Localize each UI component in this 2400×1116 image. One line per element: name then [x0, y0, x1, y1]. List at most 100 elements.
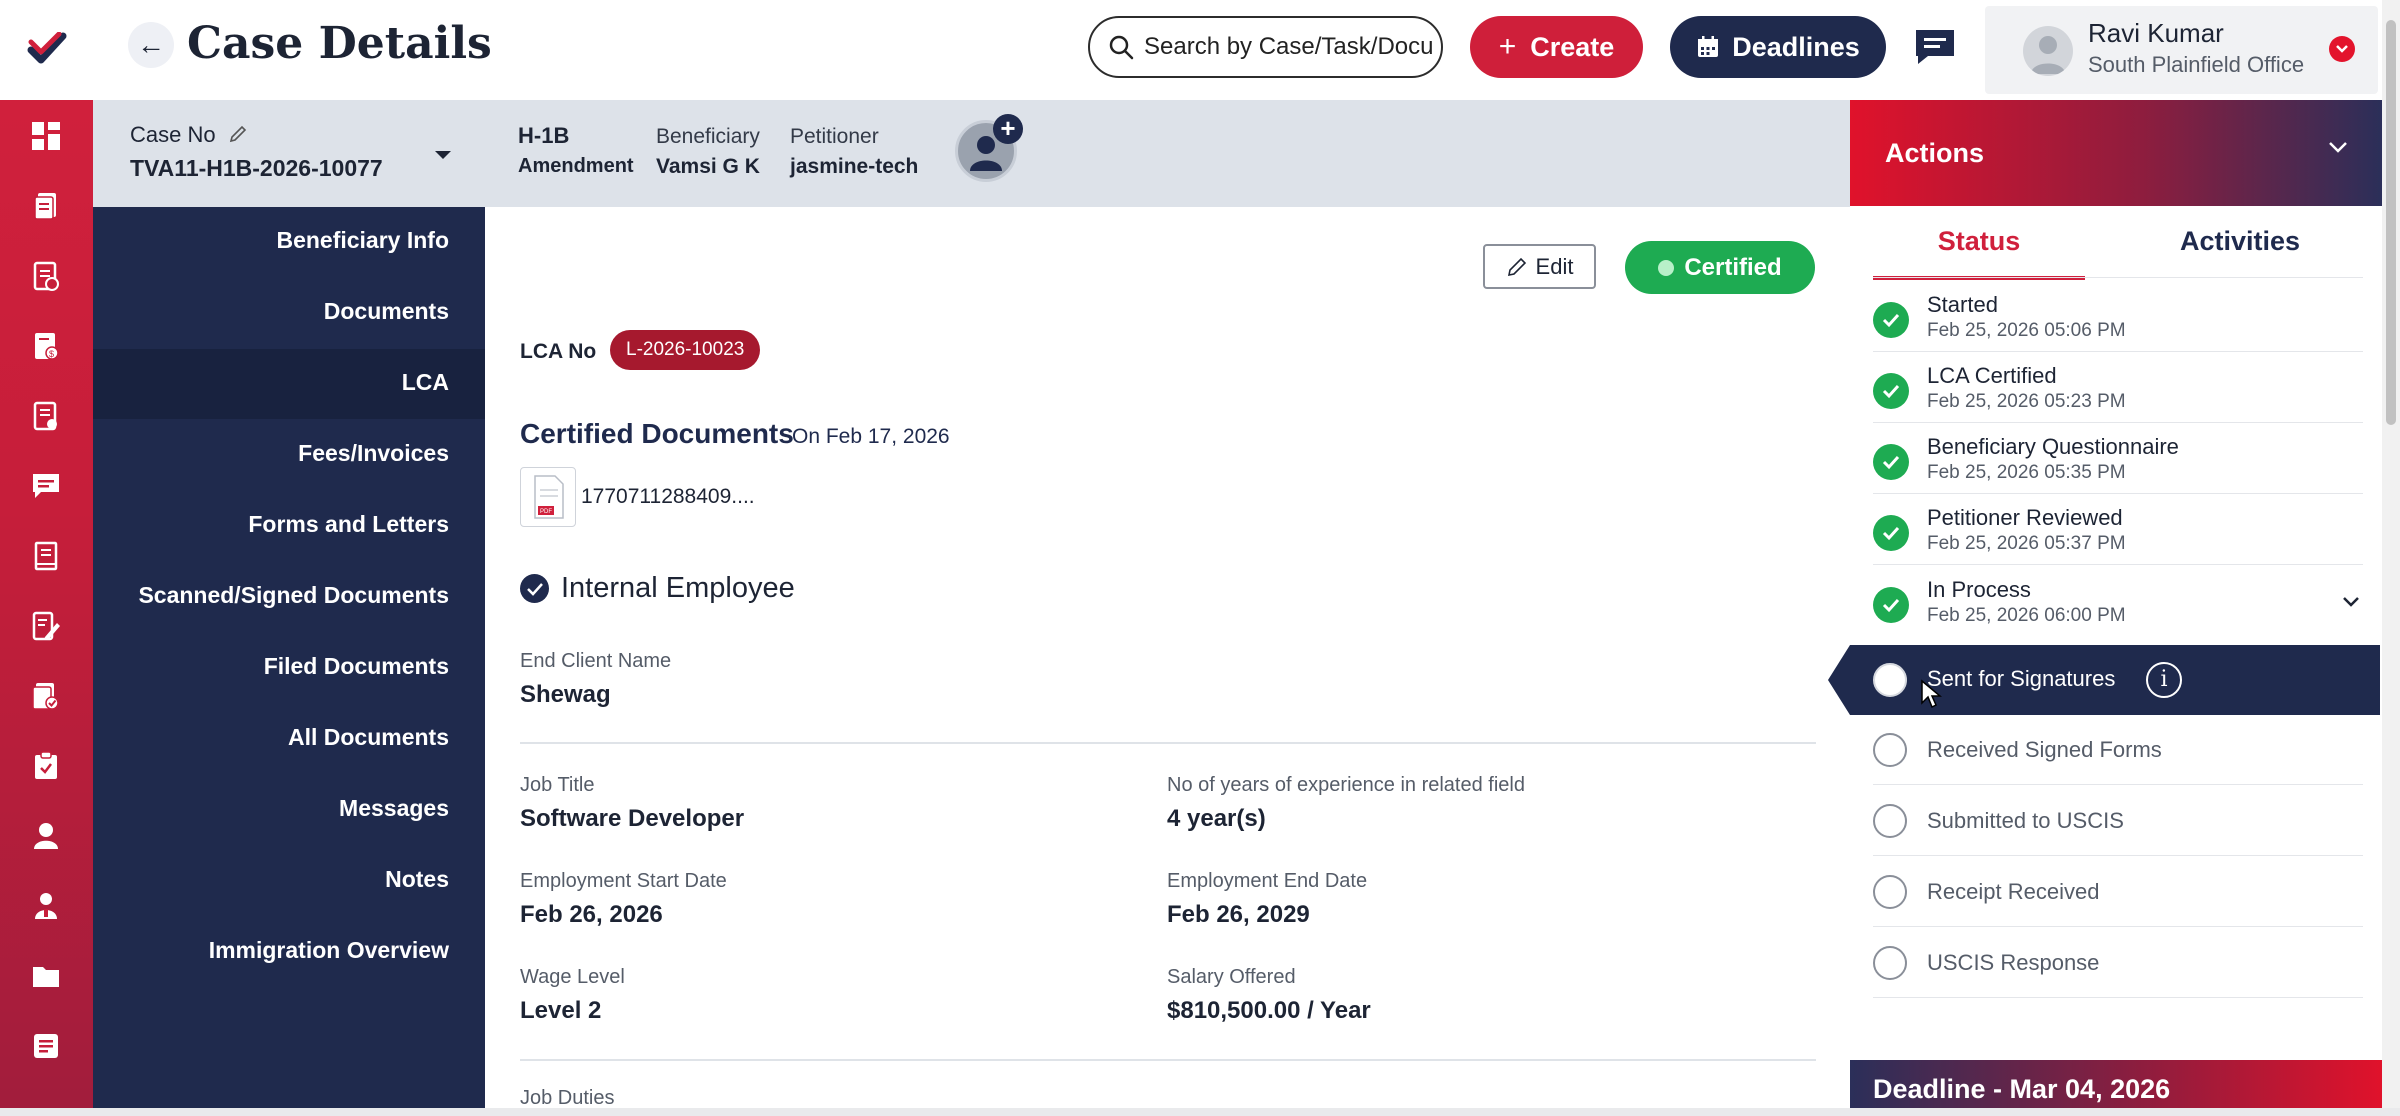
file-name[interactable]: 1770711288409.... [581, 485, 755, 509]
wage-level-label: Wage Level [520, 966, 625, 988]
step-title: USCIS Response [1927, 950, 2100, 975]
nav-item-beneficiary-info[interactable]: Beneficiary Info [276, 227, 449, 254]
nav-item-immigration-overview[interactable]: Immigration Overview [209, 937, 449, 964]
actions-title: Actions [1885, 138, 1985, 168]
page-scrollbar[interactable] [2382, 0, 2400, 1116]
nav-item-scanned-signed-documents[interactable]: Scanned/Signed Documents [138, 582, 449, 609]
status-step-pending[interactable]: Receipt Received [1873, 857, 2363, 927]
start-date-label: Employment Start Date [520, 870, 727, 892]
notes-icon[interactable] [26, 1026, 66, 1066]
lca-no-label: LCA No [520, 340, 597, 363]
current-step-pointer [1828, 645, 1850, 715]
nav-item-forms-letters[interactable]: Forms and Letters [248, 511, 449, 538]
team-icon[interactable] [26, 886, 66, 926]
search-box[interactable] [1088, 16, 1443, 78]
nav-item-notes[interactable]: Notes [385, 866, 449, 893]
dashboard-icon[interactable] [26, 116, 66, 156]
nav-item-lca[interactable]: LCA [402, 369, 449, 396]
check-circle-icon [1873, 302, 1909, 338]
mouse-cursor-icon [1921, 679, 1942, 709]
clipboard-icon[interactable] [26, 746, 66, 786]
deadlines-button[interactable]: Deadlines [1670, 16, 1886, 78]
step-title: LCA Certified [1927, 363, 2057, 388]
status-dot-icon [1658, 259, 1675, 276]
tab-activities[interactable]: Activities [2125, 212, 2355, 280]
create-button[interactable]: + Create [1470, 16, 1643, 78]
petitioner-label: Petitioner [790, 125, 879, 148]
radio-circle-icon[interactable] [1873, 946, 1907, 980]
app-logo[interactable] [0, 0, 93, 100]
nav-item-messages[interactable]: Messages [339, 795, 449, 822]
status-step-pending[interactable]: USCIS Response [1873, 928, 2363, 998]
pencil-icon[interactable] [228, 124, 248, 144]
edit-document-icon[interactable] [26, 606, 66, 646]
case-section-nav: Beneficiary Info Documents LCA Fees/Invo… [93, 207, 485, 1116]
search-input[interactable] [1144, 33, 1434, 61]
petitioner-name: jasmine-tech [790, 155, 919, 178]
chevron-down-icon[interactable] [2329, 36, 2355, 62]
nav-item-filed-documents[interactable]: Filed Documents [264, 653, 449, 680]
lca-number-badge: L-2026-10023 [610, 330, 761, 370]
nav-item-documents[interactable]: Documents [324, 298, 449, 325]
svg-text:PDF: PDF [540, 509, 552, 515]
forms-icon[interactable] [26, 396, 66, 436]
nav-item-fees-invoices[interactable]: Fees/Invoices [298, 440, 449, 467]
user-menu[interactable]: Ravi Kumar South Plainfield Office [1985, 6, 2378, 94]
add-assignee-button[interactable]: + [993, 114, 1023, 144]
case-switch-dropdown[interactable] [433, 148, 453, 166]
nav-item-all-documents[interactable]: All Documents [288, 724, 449, 751]
status-step-completed: Started Feb 25, 2026 05:06 PM [1873, 282, 2363, 352]
documents-check-icon[interactable] [26, 676, 66, 716]
status-step-completed: LCA Certified Feb 25, 2026 05:23 PM [1873, 353, 2363, 423]
radio-circle-icon[interactable] [1873, 804, 1907, 838]
end-date-label: Employment End Date [1167, 870, 1368, 892]
tab-divider [1873, 277, 2363, 278]
top-header: ← Case Details + Create Deadlines [0, 0, 2400, 100]
bottom-edge [0, 1108, 2400, 1116]
tab-status[interactable]: Status [1873, 212, 2085, 280]
check-circle-icon [1873, 587, 1909, 623]
status-step-current[interactable]: Sent for Signatures i [1850, 645, 2380, 715]
radio-circle-icon[interactable] [1873, 733, 1907, 767]
radio-circle-icon[interactable] [1873, 663, 1907, 697]
person-icon[interactable] [26, 816, 66, 856]
arrow-left-icon: ← [137, 29, 165, 60]
job-duties-label: Job Duties [520, 1087, 615, 1109]
experience-label: No of years of experience in related fie… [1167, 774, 1525, 796]
radio-circle-icon[interactable] [1873, 875, 1907, 909]
step-title: Beneficiary Questionnaire [1927, 434, 2179, 459]
tasks-icon[interactable] [26, 256, 66, 296]
chevron-down-icon[interactable] [2327, 140, 2349, 159]
status-step-pending[interactable]: Received Signed Forms [1873, 715, 2363, 785]
employee-type-label: Internal Employee [561, 572, 795, 604]
salary-label: Salary Offered [1167, 966, 1296, 988]
folder-icon[interactable] [26, 956, 66, 996]
user-office: South Plainfield Office [2088, 52, 2305, 77]
calendar-icon [1698, 36, 1719, 57]
step-date: Feb 25, 2026 05:35 PM [1927, 462, 2126, 483]
logo-icon [27, 32, 66, 64]
status-step-pending[interactable]: Submitted to USCIS [1873, 786, 2363, 856]
actions-header[interactable]: Actions [1850, 100, 2382, 206]
edit-button[interactable]: Edit [1483, 244, 1596, 289]
user-name: Ravi Kumar [2088, 18, 2224, 48]
visa-type: H-1B [518, 123, 570, 148]
end-client-label: End Client Name [520, 650, 672, 672]
search-icon [1109, 35, 1134, 60]
status-step-completed[interactable]: In Process Feb 25, 2026 06:00 PM [1873, 567, 2363, 637]
invoice-icon[interactable]: $ [26, 326, 66, 366]
back-button[interactable]: ← [128, 22, 174, 68]
pdf-file-icon[interactable]: PDF [520, 467, 576, 527]
info-icon[interactable]: i [2146, 662, 2182, 698]
pencil-icon [1507, 257, 1526, 276]
chat-icon[interactable] [26, 466, 66, 506]
scrollbar-thumb[interactable] [2386, 20, 2396, 425]
experience-value: 4 year(s) [1167, 805, 1266, 832]
end-date-value: Feb 26, 2029 [1167, 901, 1310, 928]
cases-icon[interactable] [26, 186, 66, 226]
deadline-text: Deadline - Mar 04, 2026 [1873, 1074, 2171, 1104]
book-icon[interactable] [26, 536, 66, 576]
chevron-down-icon[interactable] [2341, 595, 2361, 613]
messages-button[interactable] [1910, 24, 1960, 70]
icon-rail: $ [0, 100, 93, 1116]
